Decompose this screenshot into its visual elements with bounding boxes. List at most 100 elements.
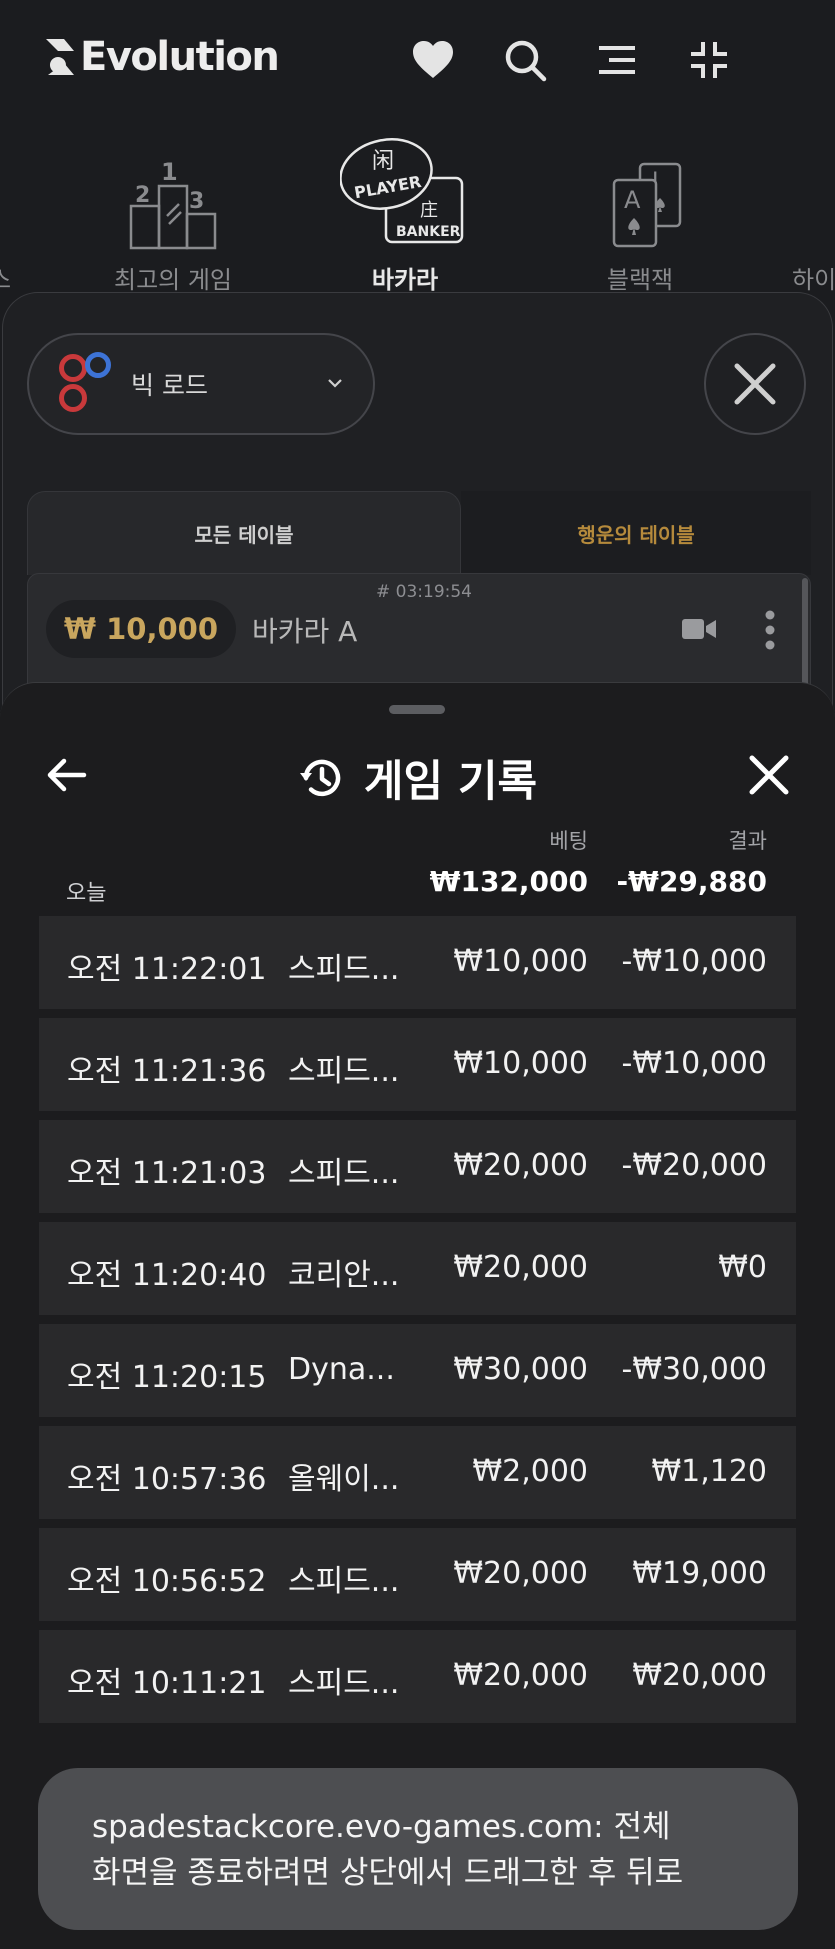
menu-icon[interactable] (593, 36, 641, 84)
row-result: -₩20,000 (621, 1148, 767, 1183)
svg-text:2: 2 (135, 183, 150, 208)
game-history-sheet: 게임 기록 베팅 결과 오늘 ₩132,000 -₩29,880 오전 11:2… (0, 682, 835, 1949)
video-camera-icon[interactable] (682, 618, 716, 640)
row-bet: ₩20,000 (453, 1556, 588, 1591)
row-game: 스피드... (288, 1564, 400, 1599)
row-game: 스피드... (288, 952, 400, 987)
summary-total-result: -₩29,880 (616, 865, 767, 898)
evolution-logo-icon (46, 39, 74, 75)
svg-text:1: 1 (161, 158, 178, 186)
category-label: 최고의 게임 (113, 266, 233, 294)
road-select-label: 빅 로드 (131, 371, 208, 400)
podium-icon: 1 2 3 (100, 124, 246, 254)
baccarat-icon: 庄 BANKER 闲 PLAYER (330, 124, 480, 254)
column-header-result: 결과 (728, 829, 767, 853)
row-game: 코리안... (288, 1258, 400, 1293)
tab-lucky-tables[interactable]: 행운의 테이블 (461, 491, 811, 575)
top-bar: Evolution (0, 0, 835, 120)
history-row[interactable]: 오전 11:21:03 스피드... ₩20,000 -₩20,000 (39, 1120, 796, 1213)
fullscreen-exit-toast: spadestackcore.evo-games.com: 전체 화면을 종료하… (38, 1768, 798, 1930)
close-icon (734, 363, 776, 405)
category-label: 블랙잭 (606, 266, 674, 294)
brand-name: Evolution (80, 34, 280, 80)
row-game: 스피드... (288, 1666, 400, 1701)
baccarat-glyph-banker: 庄 (420, 200, 438, 221)
row-game: 올웨이... (288, 1462, 400, 1497)
category-blackjack[interactable]: J A 블랙잭 (580, 124, 700, 294)
partial-icon (792, 124, 835, 254)
history-row[interactable]: 오전 11:21:36 스피드... ₩10,000 -₩10,000 (39, 1018, 796, 1111)
evolution-logo[interactable]: Evolution (44, 34, 280, 80)
blackjack-cards-icon: J A (580, 124, 700, 254)
table-round-id: # 03:19:54 (376, 582, 472, 602)
history-row[interactable]: 오전 10:56:52 스피드... ₩20,000 ₩19,000 (39, 1528, 796, 1621)
row-time: 오전 11:22:01 (67, 952, 267, 987)
category-baccarat[interactable]: 庄 BANKER 闲 PLAYER 바카라 (330, 124, 480, 294)
history-list[interactable]: 오전 11:22:01 스피드... ₩10,000 -₩10,000 오전 1… (39, 916, 796, 1732)
chevron-down-icon (328, 379, 342, 388)
sheet-title: 게임 기록 (0, 747, 835, 809)
row-game: Dyna... (288, 1352, 395, 1387)
category-carousel[interactable]: 스 1 2 3 최고의 게임 庄 BANKER 闲 PLAYER (0, 124, 835, 294)
lobby-panel: 빅 로드 모든 테이블 행운의 테이블 # 03:19:54 ₩ 10,000 … (2, 292, 833, 713)
lobby-close-button[interactable] (704, 333, 806, 435)
row-time: 오전 11:20:40 (67, 1258, 267, 1293)
toast-line-1: spadestackcore.evo-games.com: 전체 (92, 1809, 671, 1845)
more-options-icon[interactable] (764, 610, 776, 650)
partial-icon (0, 124, 20, 254)
exit-fullscreen-icon[interactable] (685, 36, 733, 84)
summary-label: 오늘 (66, 881, 107, 906)
card-letter-a: A (624, 186, 641, 214)
history-row[interactable]: 오전 11:22:01 스피드... ₩10,000 -₩10,000 (39, 916, 796, 1009)
category-label: 바카라 (371, 266, 439, 294)
column-header-bet: 베팅 (549, 829, 588, 853)
row-result: ₩0 (718, 1250, 767, 1285)
heart-icon[interactable] (409, 36, 457, 84)
close-button[interactable] (747, 753, 791, 797)
sheet-drag-handle[interactable] (389, 705, 445, 714)
table-tabs: 모든 테이블 행운의 테이블 (27, 491, 811, 575)
row-result: ₩19,000 (632, 1556, 767, 1591)
row-bet: ₩20,000 (453, 1250, 588, 1285)
history-row[interactable]: 오전 11:20:40 코리안... ₩20,000 ₩0 (39, 1222, 796, 1315)
daily-summary: 오늘 ₩132,000 -₩29,880 (0, 863, 835, 909)
row-bet: ₩10,000 (453, 944, 588, 979)
row-result: -₩10,000 (621, 944, 767, 979)
history-icon (299, 759, 341, 797)
category-partial-right[interactable]: 하이 (792, 124, 835, 294)
category-top-games[interactable]: 1 2 3 최고의 게임 (100, 124, 246, 294)
sheet-header: 게임 기록 (0, 723, 835, 823)
row-result: ₩20,000 (632, 1658, 767, 1693)
toast-line-2: 화면을 종료하려면 상단에서 드래그한 후 뒤로 (92, 1855, 684, 1891)
row-bet: ₩10,000 (453, 1046, 588, 1081)
history-row[interactable]: 오전 10:57:36 올웨이... ₩2,000 ₩1,120 (39, 1426, 796, 1519)
close-icon (749, 755, 789, 795)
row-time: 오전 10:57:36 (67, 1462, 267, 1497)
row-bet: ₩20,000 (453, 1658, 588, 1693)
row-result: ₩1,120 (651, 1454, 767, 1489)
row-time: 오전 10:11:21 (67, 1666, 267, 1701)
row-bet: ₩30,000 (453, 1352, 588, 1387)
category-partial-left[interactable]: 스 (0, 124, 20, 294)
category-label: 스 (0, 260, 20, 294)
column-headers: 베팅 결과 (0, 825, 835, 855)
history-row[interactable]: 오전 11:20:15 Dyna... ₩30,000 -₩30,000 (39, 1324, 796, 1417)
road-type-select[interactable]: 빅 로드 (27, 333, 375, 435)
baccarat-banker-text: BANKER (396, 224, 461, 240)
row-bet: ₩2,000 (472, 1454, 588, 1489)
tab-all-tables[interactable]: 모든 테이블 (27, 491, 461, 575)
row-time: 오전 11:21:36 (67, 1054, 267, 1089)
search-icon[interactable] (501, 36, 549, 84)
row-game: 스피드... (288, 1054, 400, 1089)
table-name: 바카라 A (252, 615, 358, 648)
big-road-icon (59, 352, 117, 414)
history-row[interactable]: 오전 10:11:21 스피드... ₩20,000 ₩20,000 (39, 1630, 796, 1723)
row-time: 오전 11:21:03 (67, 1156, 267, 1191)
row-result: -₩10,000 (621, 1046, 767, 1081)
summary-total-bet: ₩132,000 (429, 865, 588, 898)
svg-text:3: 3 (189, 189, 204, 214)
bet-limit-badge: ₩ 10,000 (46, 600, 236, 658)
row-game: 스피드... (288, 1156, 400, 1191)
row-bet: ₩20,000 (453, 1148, 588, 1183)
row-result: -₩30,000 (621, 1352, 767, 1387)
